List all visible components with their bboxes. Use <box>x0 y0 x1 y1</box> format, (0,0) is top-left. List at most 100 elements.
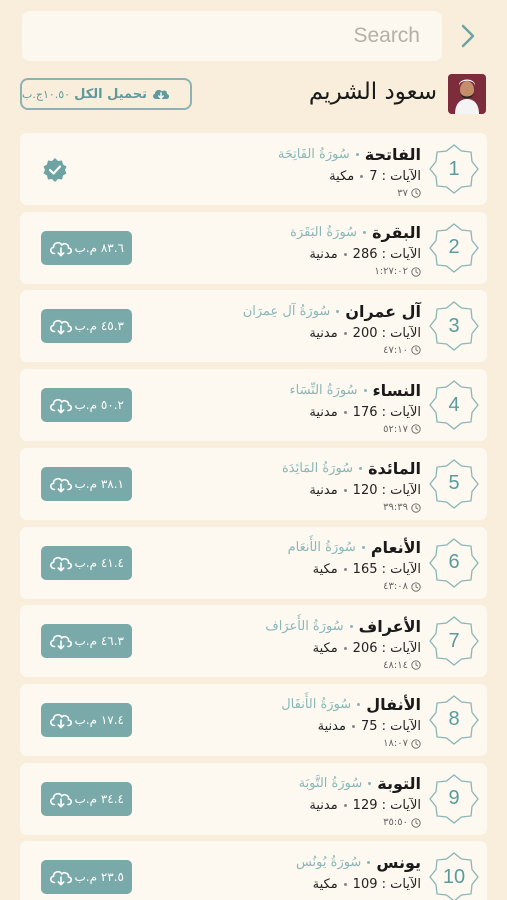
separator-dot <box>343 804 347 808</box>
surah-calligraphy: سُورَةُ الأَنعَام <box>287 540 357 555</box>
revelation-type: مكية <box>312 562 338 577</box>
surah-row[interactable]: 8 الأنفال سُورَةُ الأَنفَال الآيات : 75 مدني… <box>20 683 487 756</box>
surah-row[interactable]: 3 آل عمران سُورَةُ آل عِمرَان الآيات : 200 م… <box>20 290 487 363</box>
clock-icon <box>411 660 421 670</box>
surah-name: النساء <box>372 380 422 400</box>
cloud-download-icon <box>50 556 73 571</box>
surah-calligraphy: سُورَةُ آل عِمرَان <box>242 303 331 319</box>
surah-calligraphy: سُورَةُ الأَنفَال <box>281 697 352 713</box>
surah-name: الأعراف <box>358 616 421 636</box>
surah-duration-line: ٤٨:١٤ <box>383 658 421 672</box>
clock-icon <box>411 188 421 198</box>
cloud-download-icon <box>50 477 73 493</box>
surah-meta: الآيات : 120 مدنية <box>309 482 421 500</box>
download-size: ٤١.٤ م.ب <box>74 555 124 570</box>
surah-number: 4 <box>448 393 460 416</box>
surah-number: 5 <box>448 472 460 495</box>
surah-duration-line: ٣٩:٣٩ <box>383 501 421 515</box>
ayat-count: الآيات : 7 <box>369 168 421 184</box>
surah-duration-line: ١:٢٧:٠٢ <box>374 265 421 279</box>
download-size: ١٧.٤ م.ب <box>74 712 124 727</box>
download-button[interactable]: ٤١.٤ م.ب <box>41 545 132 580</box>
reciter-avatar <box>448 74 486 114</box>
surah-number-badge: 4 <box>429 380 479 430</box>
surah-calligraphy: سُورَةُ التَّوبَة <box>298 776 363 792</box>
search-field[interactable] <box>22 11 442 61</box>
cloud-download-icon <box>50 320 73 335</box>
download-button[interactable]: ٥٠.٢ م.ب <box>41 388 132 423</box>
surah-row[interactable]: 4 النساء سُورَةُ النِّسَاء الآيات : 176 مدني… <box>20 369 487 442</box>
surah-calligraphy: سُورَةُ الأَعرَاف <box>265 618 344 634</box>
revelation-type: مدنية <box>309 325 338 341</box>
surah-number: 10 <box>442 865 466 888</box>
surah-duration-line: ٤٣:٠٨ <box>383 580 421 594</box>
surah-meta: الآيات : 129 مدنية <box>309 797 421 815</box>
surah-number-badge: 8 <box>429 695 479 745</box>
download-all-button[interactable]: تحميل الكل ١٠.٥٠ج.ب <box>20 78 192 110</box>
cloud-download-icon <box>50 713 73 729</box>
separator-dot <box>359 467 363 471</box>
download-button[interactable]: ٣٤.٤ م.ب <box>41 781 132 816</box>
revelation-type: مكية <box>312 640 338 656</box>
download-button[interactable]: ٣٨.١ م.ب <box>41 466 132 501</box>
download-button[interactable]: ٢٣.٥ م.ب <box>41 860 132 895</box>
revelation-type: مدنية <box>317 719 346 735</box>
surah-duration-line: ٤٧:١٠ <box>383 343 421 357</box>
separator-dot <box>349 624 353 628</box>
ayat-count: الآيات : 200 <box>352 325 421 341</box>
separator-dot <box>343 253 347 257</box>
surah-title-line: التوبة سُورَةُ التَّوبَة <box>299 772 421 796</box>
download-size: ٥٠.٢ م.ب <box>74 398 124 413</box>
separator-dot <box>343 568 347 571</box>
download-button[interactable]: ١٧.٤ م.ب <box>41 702 132 737</box>
surah-row[interactable]: 5 المائدة سُورَةُ المَائِدَة الآيات : 120 مد… <box>20 447 487 520</box>
surah-row[interactable]: 6 الأنعام سُورَةُ الأَنعَام الآيات : 165 مكي… <box>20 526 487 599</box>
ayat-count: الآيات : 109 <box>352 876 421 892</box>
surah-duration-line: ١٨:٠٧ <box>383 737 421 751</box>
surah-duration: ٣٥:٥٠ <box>383 817 408 829</box>
surah-number: 6 <box>448 551 460 573</box>
revelation-type: مدنية <box>309 798 338 814</box>
surah-meta: الآيات : 165 مكية <box>313 561 421 579</box>
surah-title-line: الأعراف سُورَةُ الأَعرَاف <box>265 614 421 638</box>
surah-title-line: آل عمران سُورَةُ آل عِمرَان <box>243 299 421 323</box>
surah-row[interactable]: 9 التوبة سُورَةُ التَّوبَة الآيات : 129 مدني… <box>20 762 487 835</box>
surah-number: 9 <box>448 787 460 810</box>
surah-meta: الآيات : 75 مدنية <box>318 718 421 736</box>
separator-dot <box>357 703 361 707</box>
surah-row[interactable]: 1 الفاتحة سُورَةُ الفَاتِحَة الآيات : 7 مكية… <box>20 133 487 205</box>
chevron-right-icon[interactable] <box>458 22 480 50</box>
download-button[interactable]: ٤٥.٣ م.ب <box>41 309 132 344</box>
surah-row[interactable]: 7 الأعراف سُورَةُ الأَعرَاف الآيات : 206 مكي… <box>20 605 487 678</box>
search-input[interactable] <box>22 11 442 61</box>
download-button[interactable]: ٤٦.٣ م.ب <box>41 624 132 659</box>
cloud-download-icon <box>50 871 73 886</box>
surah-meta: الآيات : 7 مكية <box>329 167 421 185</box>
surah-meta: الآيات : 176 مدنية <box>309 403 421 421</box>
download-all-label: تحميل الكل <box>74 86 147 102</box>
surah-name: الفاتحة <box>364 144 421 164</box>
download-size: ٨٣.٦ م.ب <box>74 240 124 255</box>
surah-name: الأنفال <box>366 695 421 715</box>
clock-icon <box>411 345 421 356</box>
separator-dot <box>343 646 347 650</box>
surah-meta: الآيات : 200 مدنية <box>309 324 421 342</box>
download-button[interactable]: ٨٣.٦ م.ب <box>41 230 132 265</box>
surah-number: 2 <box>448 236 460 259</box>
ayat-count: الآيات : 176 <box>352 404 421 420</box>
clock-icon <box>411 424 421 434</box>
surah-title-line: النساء سُورَةُ النِّسَاء <box>290 378 422 402</box>
revelation-type: مكية <box>312 876 338 892</box>
separator-dot <box>361 546 365 549</box>
revelation-type: مدنية <box>309 483 338 499</box>
surah-number-badge: 3 <box>429 301 479 352</box>
revelation-type: مدنية <box>309 404 338 420</box>
surah-row[interactable]: 2 البقرة سُورَةُ البَقَرَة الآيات : 286 مدني… <box>20 211 487 284</box>
surah-number: 7 <box>448 629 460 652</box>
surah-row[interactable]: 10 يونس سُورَةُ يُونُس الآيات : 109 مكية ٢٣.٥… <box>20 841 487 900</box>
download-size: ٣٨.١ م.ب <box>74 476 124 491</box>
download-size: ٤٥.٣ م.ب <box>74 319 124 334</box>
surah-title-line: الأنفال سُورَةُ الأَنفَال <box>281 693 421 717</box>
separator-dot <box>367 860 371 864</box>
surah-duration: ٤٨:١٤ <box>383 659 408 671</box>
